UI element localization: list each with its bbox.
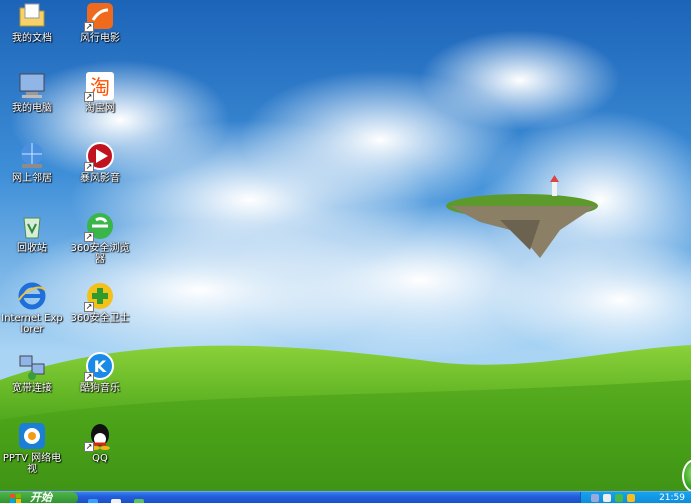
desktop-icon-label: 暴风影音 [80,173,120,184]
shortcut-arrow-icon: ↗ [84,442,94,452]
broadband-connection-icon [16,350,48,382]
volume-icon[interactable] [603,494,611,502]
desktop[interactable]: 我的文档 ↗ 风行电影 我的电脑 淘 ↗ 淘宝网 网上邻居 ↗ 暴风影音 回收站… [0,0,691,503]
desktop-icon-label: 风行电影 [80,33,120,44]
desktop-icon-baofeng[interactable]: ↗ 暴风影音 [68,140,132,184]
desktop-icon-pptv[interactable]: PPTV 网络电视 [0,420,64,475]
desktop-icon-broadband[interactable]: 宽带连接 [0,350,64,394]
desktop-icon-taobao[interactable]: 淘 ↗ 淘宝网 [68,70,132,114]
desktop-icon-label: 我的电脑 [12,103,52,114]
360-browser-icon: ↗ [84,210,116,242]
desktop-icon-label: Internet Explorer [1,313,63,335]
desktop-icon-qq[interactable]: ↗ QQ [68,420,132,464]
recycle-bin-icon [16,210,48,242]
funshion-icon: ↗ [84,0,116,32]
svg-text:K: K [94,357,107,376]
shortcut-arrow-icon: ↗ [84,302,94,312]
desktop-icon-label: 网上邻居 [12,173,52,184]
kugou-icon: K ↗ [84,350,116,382]
windows-logo-icon [10,494,21,503]
360-icon[interactable] [134,499,145,503]
desktop-icon-internet-explorer[interactable]: Internet Explorer [0,280,64,335]
system-tray: 21:59 [580,492,691,503]
start-label: 开始 [30,491,52,503]
my-documents-icon [16,0,48,32]
360-safe-icon: ↗ [84,280,116,312]
baofeng-icon: ↗ [84,140,116,172]
quick-launch [88,493,152,503]
shortcut-arrow-icon: ↗ [84,232,94,242]
shortcut-arrow-icon: ↗ [84,22,94,32]
desktop-icon-label: 我的文档 [12,33,52,44]
network-places-icon [16,140,48,172]
start-button[interactable]: 开始 [0,492,78,503]
qq-icon: ↗ [84,420,116,452]
desktop-icon-label: 回收站 [17,243,47,254]
desktop-icon-label: 宽带连接 [12,383,52,394]
shortcut-arrow-icon: ↗ [84,92,94,102]
desktop-icon-kugou[interactable]: K ↗ 酷狗音乐 [68,350,132,394]
desktop-icon-360-safe[interactable]: ↗ 360安全卫士 [68,280,132,324]
security-icon[interactable] [615,494,623,502]
my-computer-icon [16,70,48,102]
clock[interactable]: 21:59 [659,492,685,503]
shortcut-arrow-icon: ↗ [84,372,94,382]
desktop-icon-label: 360安全浏览器 [70,243,130,265]
taskbar: 开始 21:59 [0,491,691,503]
desktop-icon-label: QQ [92,453,108,464]
pptv-icon [16,420,48,452]
desktop-icon-label: PPTV 网络电视 [2,453,62,475]
desktop-icon-label: 淘宝网 [85,103,115,114]
desktop-icon-funshion[interactable]: ↗ 风行电影 [68,0,132,44]
ie-icon[interactable] [88,499,98,503]
media-icon[interactable] [111,499,122,503]
desktop-icon-my-documents[interactable]: 我的文档 [0,0,64,44]
taobao-icon: 淘 ↗ [84,70,116,102]
internet-explorer-icon [16,280,48,312]
desktop-icon-label: 360安全卫士 [70,313,130,324]
desktop-icon-my-computer[interactable]: 我的电脑 [0,70,64,114]
shortcut-arrow-icon: ↗ [84,162,94,172]
desktop-icon-network-places[interactable]: 网上邻居 [0,140,64,184]
qq-tray-icon[interactable] [627,494,635,502]
network-icon[interactable] [591,494,599,502]
desktop-icon-recycle-bin[interactable]: 回收站 [0,210,64,254]
desktop-icon-label: 酷狗音乐 [80,383,120,394]
desktop-icon-360-browser[interactable]: ↗ 360安全浏览器 [68,210,132,265]
